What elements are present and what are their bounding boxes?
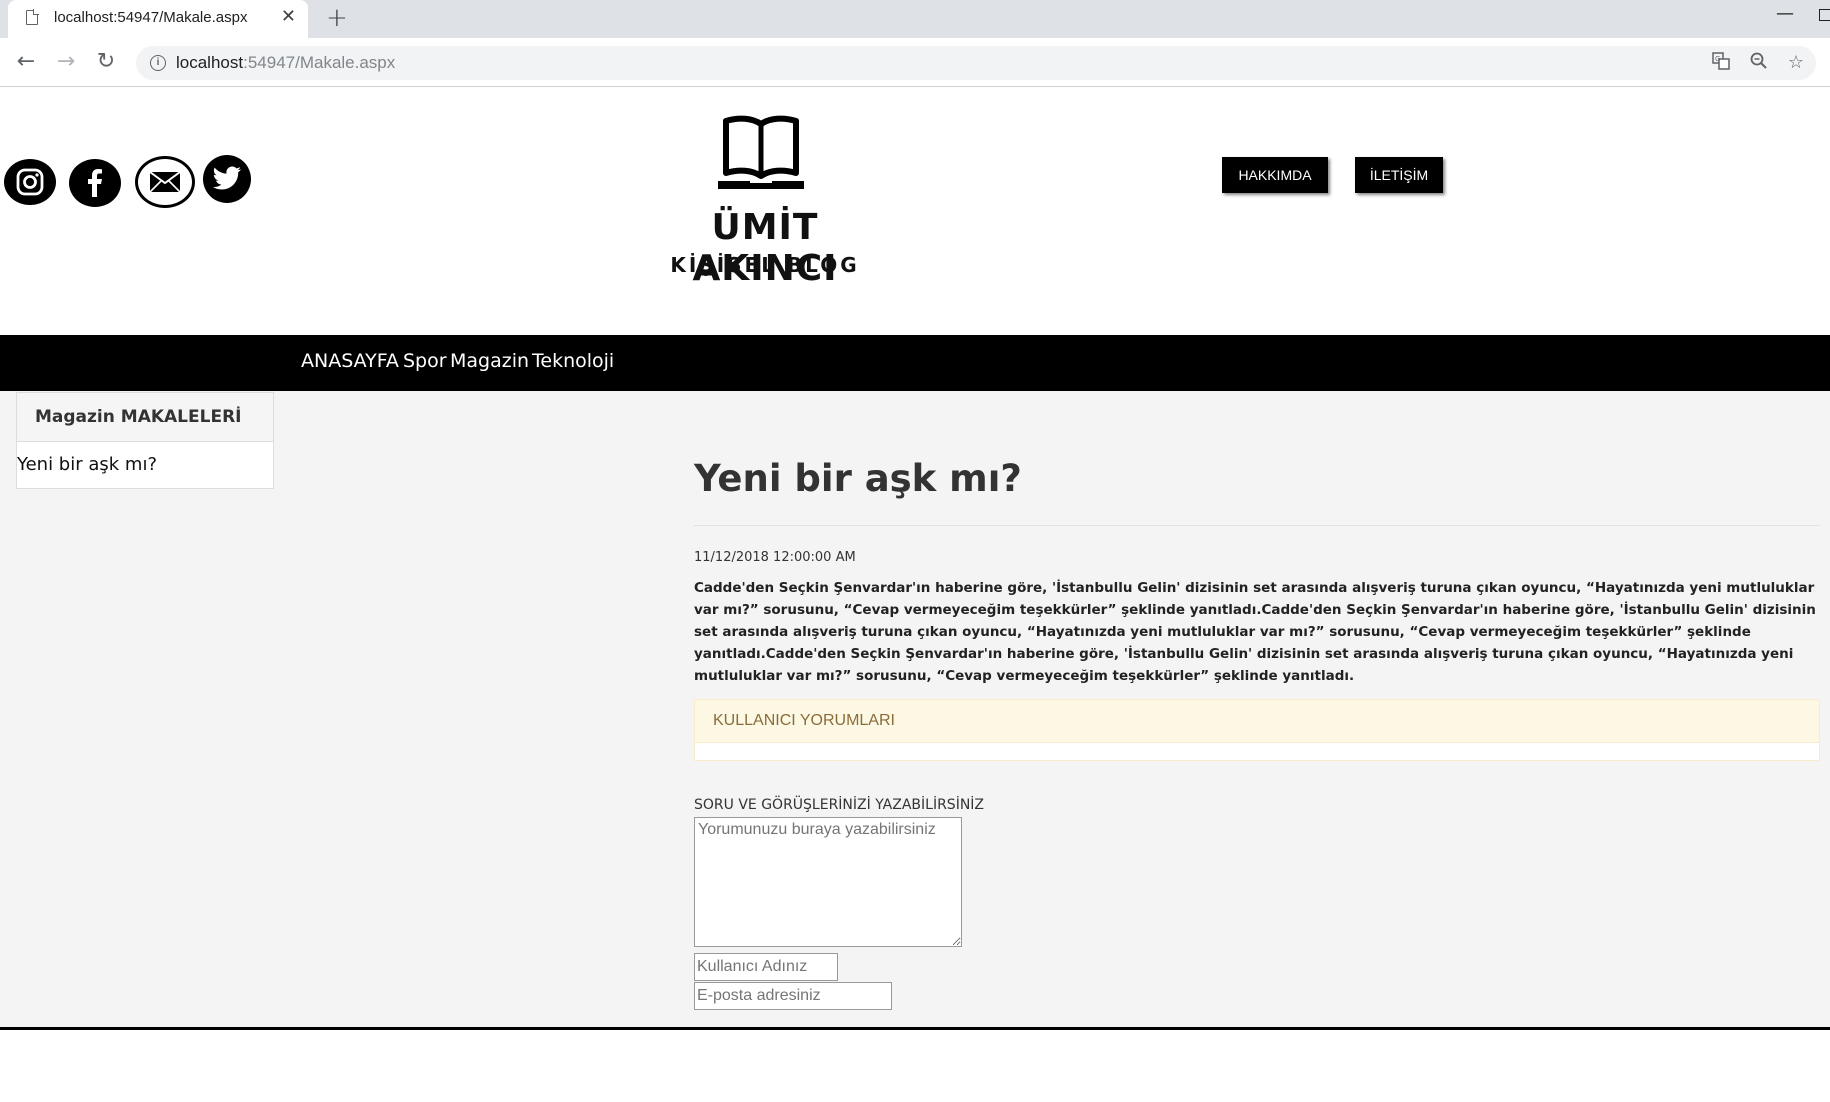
svg-text:G: G: [1715, 55, 1720, 63]
instagram-icon[interactable]: [4, 159, 56, 205]
twitter-icon[interactable]: [203, 155, 251, 203]
translate-icon[interactable]: G: [1712, 52, 1730, 75]
facebook-icon[interactable]: [69, 159, 121, 207]
username-input[interactable]: [694, 953, 838, 981]
article-title: Yeni bir aşk mı?: [694, 457, 1022, 500]
main-nav: ANASAYFA Spor Magazin Teknoloji: [0, 335, 1830, 391]
article-date: 11/12/2018 12:00:00 AM: [694, 550, 856, 565]
zoom-icon[interactable]: [1750, 52, 1768, 75]
contact-button[interactable]: İLETİŞİM: [1355, 157, 1443, 193]
web-page: ÜMİT AKINCI KİŞİSEL BLOG HAKKIMDA İLETİŞ…: [0, 87, 1830, 1102]
nav-item-technology[interactable]: Teknoloji: [532, 350, 614, 372]
article-body: Cadde'den Seçkin Şenvardar'ın haberine g…: [694, 580, 1816, 684]
plus-icon[interactable]: +: [326, 4, 348, 32]
info-icon[interactable]: i: [150, 55, 166, 71]
nav-item-sport[interactable]: Spor: [403, 350, 447, 372]
sidebar-heading: Magazin MAKALELERİ: [17, 393, 273, 442]
comment-textarea[interactable]: [694, 817, 962, 947]
comments-panel: KULLANICI YORUMLARI: [694, 699, 1820, 761]
site-logo[interactable]: ÜMİT AKINCI KİŞİSEL BLOG: [650, 115, 880, 289]
site-header: ÜMİT AKINCI KİŞİSEL BLOG HAKKIMDA İLETİŞ…: [0, 87, 1830, 335]
nav-item-magazine[interactable]: Magazin: [450, 350, 529, 372]
url-path: :54947/Makale.aspx: [243, 53, 396, 72]
sidebar-item-article[interactable]: Yeni bir aşk mı?: [17, 442, 273, 475]
maximize-icon[interactable]: [1819, 9, 1830, 21]
comment-form-label: SORU VE GÖRÜŞLERİNİZİ YAZABİLİRSİNİZ: [694, 797, 985, 813]
email-input[interactable]: [694, 982, 892, 1010]
address-bar[interactable]: i localhost:54947/Makale.aspx G ☆: [136, 46, 1816, 80]
forward-icon[interactable]: →: [52, 49, 80, 77]
blank-area: [0, 1030, 1830, 1102]
sidebar-panel: Magazin MAKALELERİ Yeni bir aşk mı?: [16, 392, 274, 489]
url-text[interactable]: localhost:54947/Makale.aspx: [176, 53, 395, 73]
back-icon[interactable]: ←: [12, 49, 40, 77]
comments-heading: KULLANICI YORUMLARI: [695, 700, 1819, 743]
nav-item-home[interactable]: ANASAYFA: [301, 350, 399, 372]
star-icon[interactable]: ☆: [1788, 52, 1804, 73]
browser-tab[interactable]: localhost:54947/Makale.aspx ✕: [8, 0, 308, 38]
page-icon: [26, 9, 39, 25]
browser-toolbar: ← → ↻ i localhost:54947/Makale.aspx G ☆: [0, 38, 1830, 87]
close-icon[interactable]: ✕: [281, 7, 296, 27]
tab-title: localhost:54947/Makale.aspx: [54, 9, 248, 26]
title-divider: [694, 525, 1820, 526]
minimize-icon[interactable]: —: [1776, 3, 1794, 24]
browser-tab-bar: localhost:54947/Makale.aspx ✕ + —: [0, 0, 1830, 38]
about-button[interactable]: HAKKIMDA: [1222, 157, 1328, 193]
mail-icon[interactable]: [135, 156, 195, 208]
reload-icon[interactable]: ↻: [92, 49, 120, 77]
logo-subtitle: KİŞİSEL BLOG: [670, 253, 860, 277]
url-host: localhost: [176, 53, 244, 72]
book-icon: [718, 115, 804, 189]
